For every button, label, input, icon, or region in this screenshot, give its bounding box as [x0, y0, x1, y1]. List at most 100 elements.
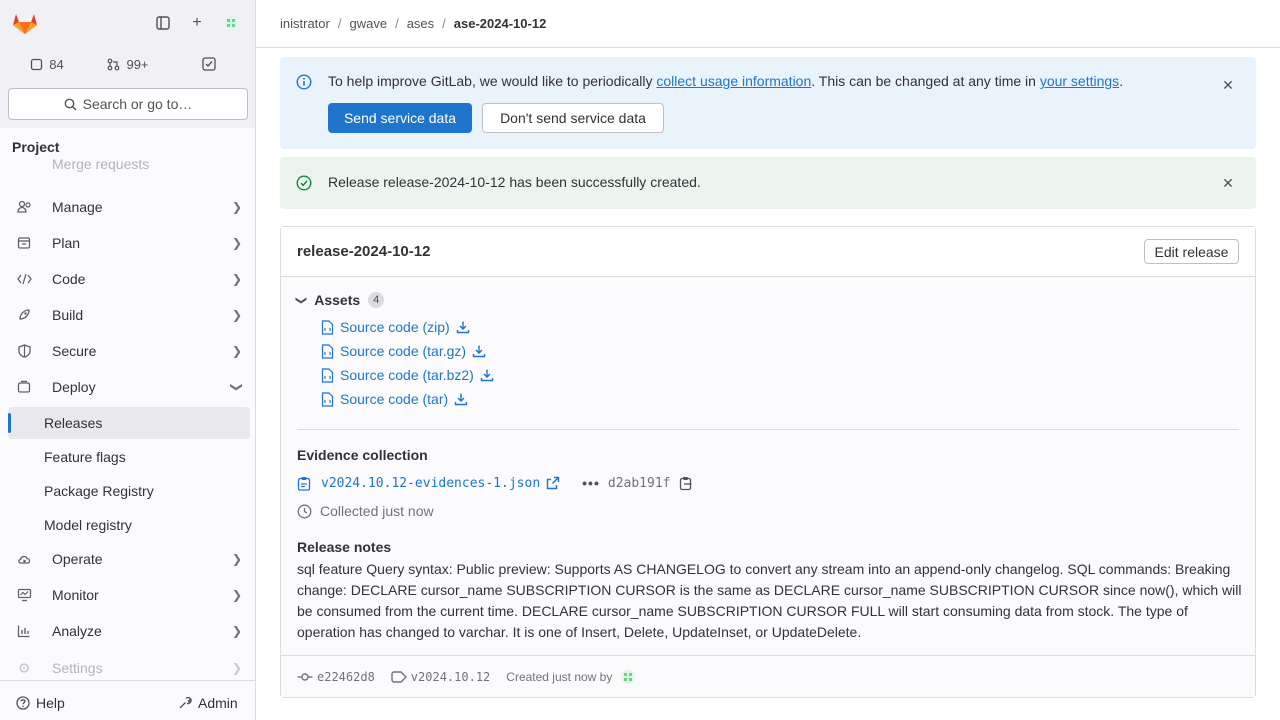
assets-label: Assets — [314, 292, 361, 308]
release-card: release-2024-10-12 Edit release ❯ Assets… — [280, 226, 1256, 698]
admin-label: Admin — [198, 695, 238, 711]
your-settings-link[interactable]: your settings — [1040, 73, 1119, 89]
breadcrumb-item[interactable]: inistrator — [280, 16, 330, 31]
plus-icon: + — [192, 14, 202, 31]
chevron-right-icon: ❯ — [231, 200, 242, 214]
chevron-right-icon: ❯ — [231, 344, 242, 358]
usage-data-alert: To help improve GitLab, we would like to… — [280, 57, 1256, 149]
ellipsis-icon[interactable]: ••• — [582, 475, 600, 491]
close-icon: ✕ — [1222, 76, 1234, 93]
breadcrumb-item[interactable]: ases — [407, 16, 434, 31]
sidebar-item-analyze[interactable]: Analyze ❯ — [8, 615, 250, 647]
close-icon: ✕ — [1222, 174, 1234, 191]
sidebar-item-settings[interactable]: ⚙ Settings ❯ — [8, 657, 250, 679]
asset-label: Source code (zip) — [340, 319, 450, 335]
external-link-icon[interactable] — [546, 476, 560, 490]
search-icon — [64, 98, 77, 110]
main-content: inistrator / gwave / ases / ase-2024-10-… — [256, 0, 1280, 720]
check-circle-icon — [296, 175, 312, 191]
sidebar-item-plan[interactable]: Plan ❯ — [8, 227, 250, 259]
chevron-right-icon: ❯ — [231, 236, 242, 250]
sidebar-item-secure[interactable]: Secure ❯ — [8, 335, 250, 367]
sidebar-header: + 84 99+ Search or go to… — [0, 0, 255, 128]
sidebar-item-manage[interactable]: Manage ❯ — [8, 191, 250, 223]
search-label: Search or go to… — [82, 96, 193, 112]
dismiss-success-button[interactable]: ✕ — [1216, 171, 1240, 195]
shield-icon — [16, 343, 32, 359]
sidebar-icon — [156, 16, 170, 30]
asset-link[interactable]: Source code (tar) — [321, 391, 468, 407]
asset-link[interactable]: Source code (tar.gz) — [321, 343, 486, 359]
rocket-icon — [16, 307, 32, 323]
chart-icon — [16, 623, 32, 639]
collected-time: Collected just now — [297, 503, 434, 519]
asset-link[interactable]: Source code (tar.bz2) — [321, 367, 494, 383]
sidebar-footer: Help Admin — [0, 680, 255, 720]
sidebar-item-label: Merge requests — [52, 156, 150, 172]
release-card-body: ❯ Assets 4 Source code (zip) Source code… — [281, 277, 1255, 655]
clipboard-icon — [297, 476, 311, 491]
sidebar-item-package-registry[interactable]: Package Registry — [8, 475, 250, 507]
dismiss-alert-button[interactable]: ✕ — [1216, 73, 1240, 97]
toggle-sidebar-button[interactable] — [146, 6, 180, 40]
create-new-button[interactable]: + — [180, 6, 214, 40]
chevron-right-icon: ❯ — [231, 272, 242, 286]
sidebar-item-releases[interactable]: Releases — [8, 407, 250, 439]
todos-button[interactable]: 84 — [8, 48, 86, 80]
chevron-right-icon: ❯ — [231, 588, 242, 602]
merge-requests-button[interactable]: 99+ — [88, 48, 168, 80]
dont-send-service-data-button[interactable]: Don't send service data — [482, 103, 664, 133]
edit-release-button[interactable]: Edit release — [1144, 239, 1239, 264]
mr-count: 99+ — [126, 56, 149, 72]
help-button[interactable]: Help — [16, 689, 65, 717]
sidebar-item-deploy[interactable]: Deploy ❯ — [8, 371, 250, 403]
release-card-footer: e22462d8 v2024.10.12 Created just now by — [281, 655, 1255, 697]
admin-button[interactable]: Admin — [178, 689, 238, 717]
sidebar-item-label: Analyze — [52, 623, 102, 639]
commit-sha[interactable]: e22462d8 — [317, 670, 375, 684]
tag-icon — [391, 670, 407, 683]
collected-text: Collected just now — [320, 503, 434, 519]
breadcrumb-item[interactable]: gwave — [349, 16, 387, 31]
evidence-file-link[interactable]: v2024.10.12-evidences-1.json — [321, 476, 540, 491]
todo-list-button[interactable] — [170, 48, 248, 80]
assets-toggle[interactable]: ❯ Assets 4 — [295, 292, 385, 308]
sidebar-item-label: Build — [52, 307, 84, 323]
divider — [297, 429, 1239, 430]
author-avatar[interactable] — [620, 669, 636, 685]
sidebar-item-operate[interactable]: Operate ❯ — [8, 543, 250, 575]
search-button[interactable]: Search or go to… — [8, 88, 248, 120]
gitlab-logo[interactable] — [8, 6, 42, 40]
copy-icon[interactable] — [679, 476, 693, 491]
download-icon — [472, 345, 486, 358]
commit-icon — [297, 672, 313, 681]
sidebar-item-model-registry[interactable]: Model registry — [8, 509, 250, 541]
sidebar-item-merge-requests[interactable]: Merge requests — [8, 152, 250, 176]
doc-code-icon — [321, 343, 334, 359]
sidebar-item-label: Manage — [52, 199, 103, 215]
sidebar-item-monitor[interactable]: Monitor ❯ — [8, 579, 250, 611]
release-notes-heading: Release notes — [297, 539, 392, 555]
sidebar-item-build[interactable]: Build ❯ — [8, 299, 250, 331]
sidebar-item-feature-flags[interactable]: Feature flags — [8, 441, 250, 473]
sidebar-item-label: Plan — [52, 235, 81, 251]
sidebar: + 84 99+ Search or go to… Project Merge … — [0, 0, 256, 720]
success-message: Release release-2024-10-12 has been succ… — [328, 174, 701, 190]
monitor-icon — [16, 587, 32, 603]
breadcrumb: inistrator / gwave / ases / ase-2024-10-… — [256, 0, 1280, 48]
code-icon — [16, 271, 32, 287]
users-icon — [16, 199, 32, 215]
send-service-data-button[interactable]: Send service data — [328, 103, 472, 133]
release-card-header: release-2024-10-12 Edit release — [281, 227, 1255, 277]
user-menu-button[interactable] — [214, 6, 248, 40]
sidebar-item-code[interactable]: Code ❯ — [8, 263, 250, 295]
release-title[interactable]: release-2024-10-12 — [297, 243, 430, 260]
tag-name[interactable]: v2024.10.12 — [411, 670, 490, 684]
todo-done-icon — [202, 57, 216, 71]
chevron-right-icon: ❯ — [231, 552, 242, 566]
download-icon — [480, 369, 494, 382]
collect-usage-link[interactable]: collect usage information — [656, 73, 811, 89]
asset-label: Source code (tar.bz2) — [340, 367, 474, 383]
asset-link[interactable]: Source code (zip) — [321, 319, 470, 335]
breadcrumb-current[interactable]: ase-2024-10-12 — [454, 16, 547, 31]
